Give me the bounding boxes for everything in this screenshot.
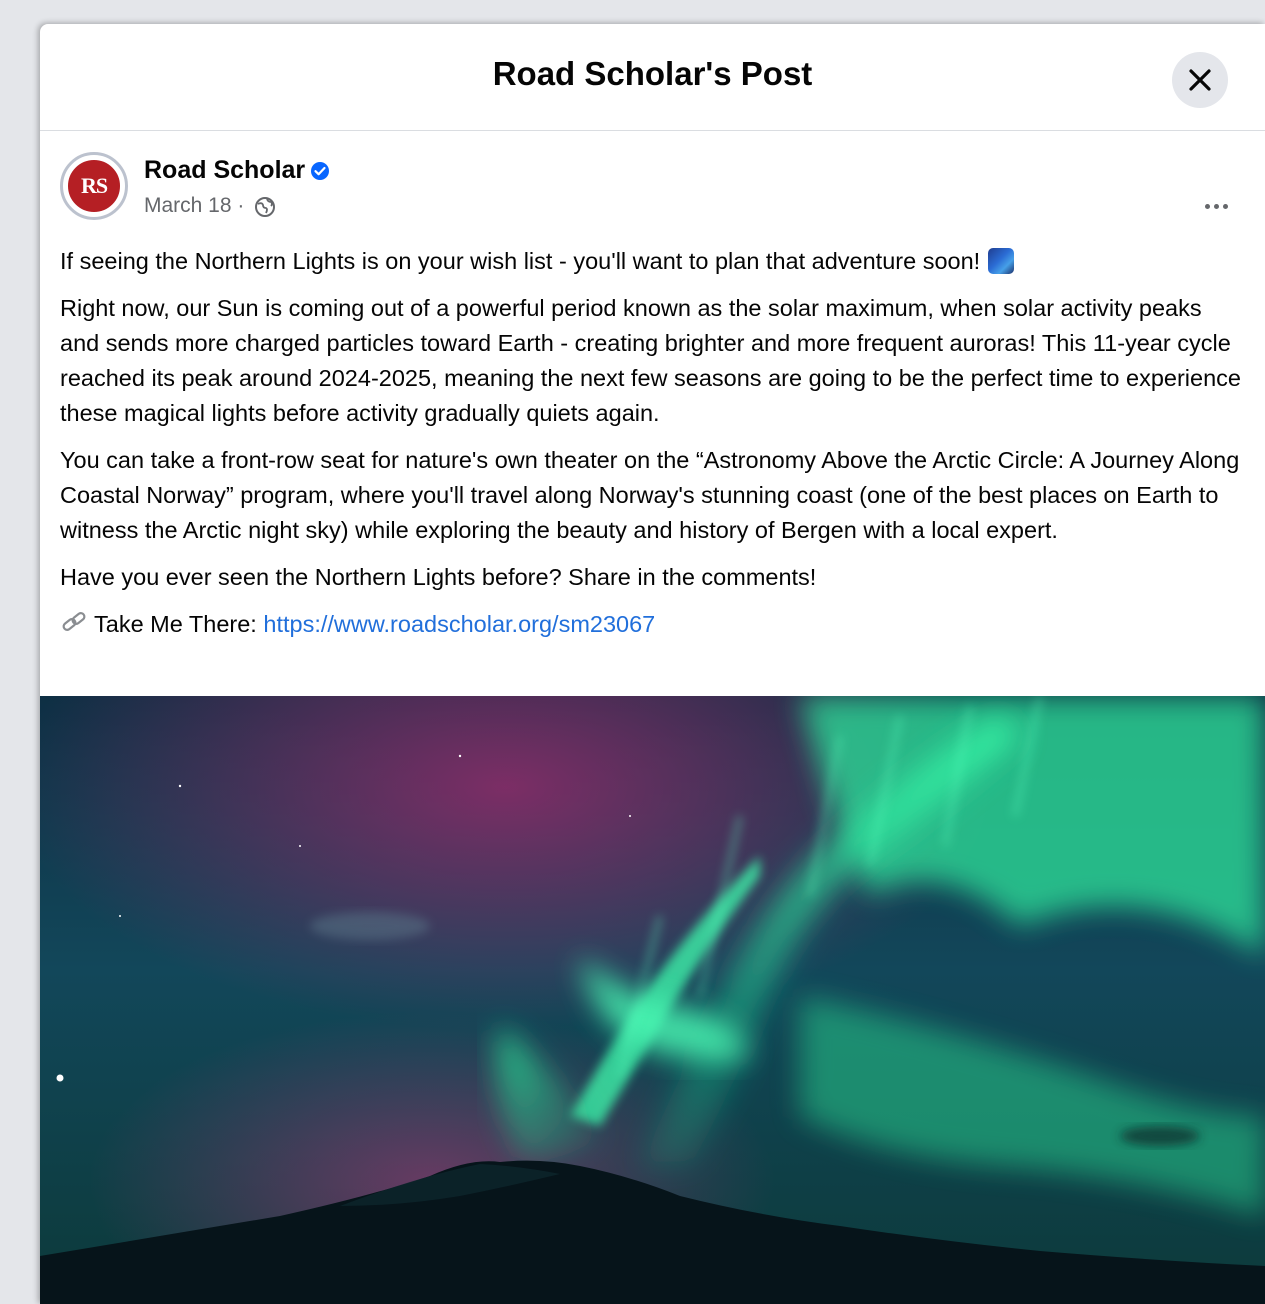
more-options-button[interactable] bbox=[1194, 186, 1242, 226]
dialog-title: Road Scholar's Post bbox=[492, 55, 813, 92]
post-date[interactable]: March 18 · bbox=[144, 194, 244, 218]
aurora-photo[interactable] bbox=[40, 696, 1265, 1304]
link-icon bbox=[62, 612, 86, 631]
more-dot bbox=[1214, 204, 1219, 209]
post-text: If seeing the Northern Lights is on your… bbox=[60, 244, 1245, 642]
post-paragraph: Have you ever seen the Northern Lights b… bbox=[60, 564, 817, 590]
author-name[interactable]: Road Scholar bbox=[144, 156, 305, 185]
verified-badge-icon bbox=[311, 162, 329, 180]
post-paragraph: You can take a front-row seat for nature… bbox=[60, 447, 1240, 543]
globe-icon bbox=[255, 197, 275, 217]
post-dialog: Road Scholar's Post RS Road Scholar Marc… bbox=[40, 24, 1265, 1304]
post-paragraph: If seeing the Northern Lights is on your… bbox=[60, 244, 1245, 279]
aurora-photo-graphic bbox=[40, 696, 1265, 1304]
more-dot bbox=[1223, 204, 1228, 209]
aurora-emoji-icon bbox=[988, 248, 1015, 274]
link-prefix: Take Me There: bbox=[94, 611, 264, 637]
more-dot bbox=[1205, 204, 1210, 209]
close-icon bbox=[1189, 69, 1211, 91]
post-link[interactable]: https://www.roadscholar.org/sm23067 bbox=[263, 611, 655, 637]
link-line: Take Me There: https://www.roadscholar.o… bbox=[60, 607, 1245, 642]
close-button[interactable] bbox=[1172, 52, 1228, 108]
post-paragraph: Right now, our Sun is coming out of a po… bbox=[60, 295, 1241, 426]
avatar-logo: RS bbox=[66, 158, 122, 214]
avatar[interactable]: RS bbox=[60, 152, 128, 220]
dialog-header: Road Scholar's Post bbox=[40, 24, 1265, 131]
post-header: RS Road Scholar March 18 · bbox=[40, 130, 1265, 230]
paragraph-text: If seeing the Northern Lights is on your… bbox=[60, 248, 981, 274]
